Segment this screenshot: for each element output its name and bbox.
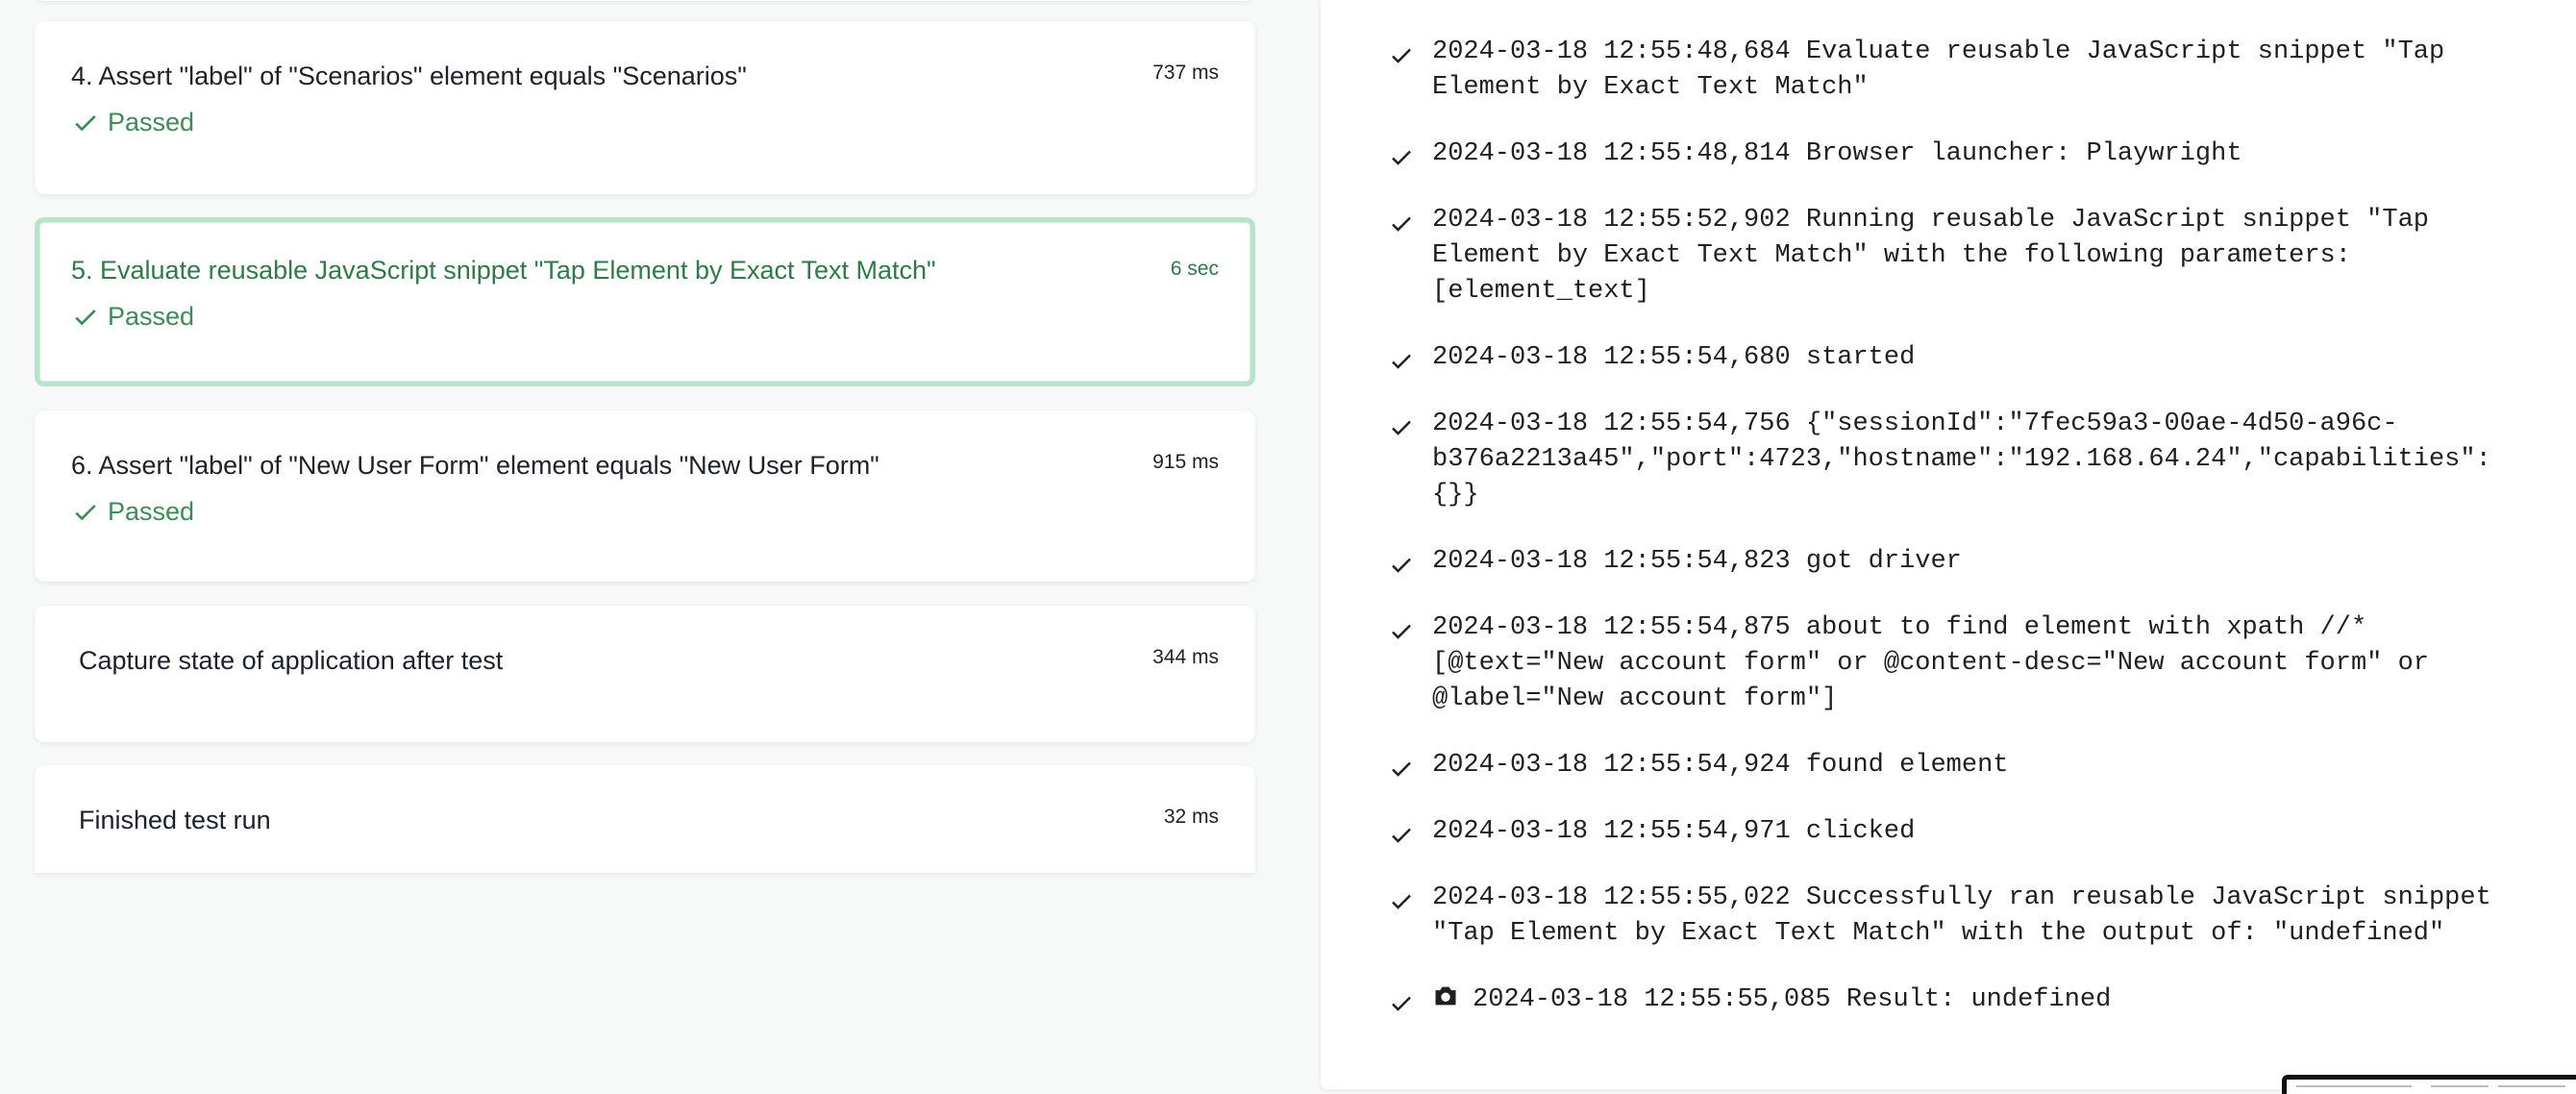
log-line: "Tap Element by Exact Text Match" with t…: [1432, 919, 2445, 948]
log-line: {}}: [1432, 481, 1479, 510]
step-title: 6. Assert "label" of "New User Form" ele…: [71, 451, 879, 480]
check-icon: [1392, 624, 1411, 639]
log-line: 2024-03-18 12:55:54,756 {"sessionId":"7f…: [1432, 410, 2398, 438]
log-line: 2024-03-18 12:55:54,924 found element: [1432, 751, 2009, 780]
check-icon: [1392, 216, 1411, 232]
check-icon: [1392, 354, 1411, 369]
log-line: [element_text]: [1432, 277, 1650, 306]
step-status: Passed: [73, 497, 194, 527]
step-title: Finished test run: [79, 806, 271, 834]
step-card-6[interactable]: 6. Assert "label" of "New User Form" ele…: [35, 410, 1255, 582]
step-duration: 6 sec: [1170, 258, 1219, 280]
check-icon: [1392, 894, 1411, 909]
log-text: 2024-03-18 12:55:55,085 Result: undefine…: [1473, 985, 2112, 1014]
log-panel: 2024-03-18 12:55:48,684 Evaluate reusabl…: [1321, 0, 2576, 1089]
log-line: 2024-03-18 12:55:54,680 started: [1432, 343, 1916, 372]
check-icon: [1392, 150, 1411, 165]
step-duration: 737 ms: [1152, 62, 1219, 84]
log-line: @label="New account form"]: [1432, 684, 1838, 713]
log-line: 2024-03-18 12:55:55,085 Result: undefine…: [1432, 982, 2576, 1018]
log-line: 2024-03-18 12:55:48,684 Evaluate reusabl…: [1432, 37, 2445, 66]
check-icon: [75, 504, 96, 520]
check-icon: [1392, 420, 1411, 435]
check-icon: [1392, 558, 1411, 573]
log-line: b376a2213a45","port":4723,"hostname":"19…: [1432, 445, 2491, 474]
log-line: 2024-03-18 12:55:55,022 Successfully ran…: [1432, 883, 2491, 912]
status-label: Passed: [108, 497, 195, 526]
step-title: Capture state of application after test: [79, 646, 504, 675]
log-line: 2024-03-18 12:55:54,823 got driver: [1432, 547, 1962, 576]
log-line: Element by Exact Text Match": [1432, 73, 1869, 102]
step-card-capture[interactable]: Capture state of application after test …: [35, 606, 1255, 742]
step-card-previous[interactable]: [35, 0, 1255, 1]
step-card-5[interactable]: 5. Evaluate reusable JavaScript snippet …: [35, 217, 1255, 386]
check-icon: [1392, 828, 1411, 843]
check-icon: [75, 114, 96, 131]
step-card-finished[interactable]: Finished test run 32 ms: [35, 765, 1255, 873]
step-status: Passed: [73, 302, 194, 332]
step-title: 5. Evaluate reusable JavaScript snippet …: [71, 256, 936, 285]
step-card-4[interactable]: 4. Assert "label" of "Scenarios" element…: [35, 21, 1255, 194]
status-label: Passed: [108, 302, 195, 331]
step-title: 4. Assert "label" of "Scenarios" element…: [71, 62, 747, 90]
log-line: 2024-03-18 12:55:54,971 clicked: [1432, 817, 1916, 846]
step-duration: 32 ms: [1163, 806, 1219, 828]
screenshot-thumbnail[interactable]: [2282, 1075, 2576, 1094]
check-icon: [1392, 48, 1411, 63]
steps-list: 4. Assert "label" of "Scenarios" element…: [0, 0, 1288, 1094]
step-duration: 344 ms: [1152, 646, 1219, 668]
status-label: Passed: [108, 108, 195, 137]
log-line: Element by Exact Text Match" with the fo…: [1432, 241, 2351, 270]
check-icon: [1392, 761, 1411, 777]
camera-icon[interactable]: [1432, 982, 1459, 1009]
check-icon: [1392, 996, 1411, 1011]
step-duration: 915 ms: [1152, 451, 1219, 473]
check-icon: [75, 309, 96, 325]
log-line: 2024-03-18 12:55:48,814 Browser launcher…: [1432, 139, 2242, 168]
step-status: Passed: [73, 108, 194, 137]
log-line: [@text="New account form" or @content-de…: [1432, 649, 2429, 678]
log-line: 2024-03-18 12:55:52,902 Running reusable…: [1432, 206, 2429, 235]
log-line: 2024-03-18 12:55:54,875 about to find el…: [1432, 613, 2367, 642]
